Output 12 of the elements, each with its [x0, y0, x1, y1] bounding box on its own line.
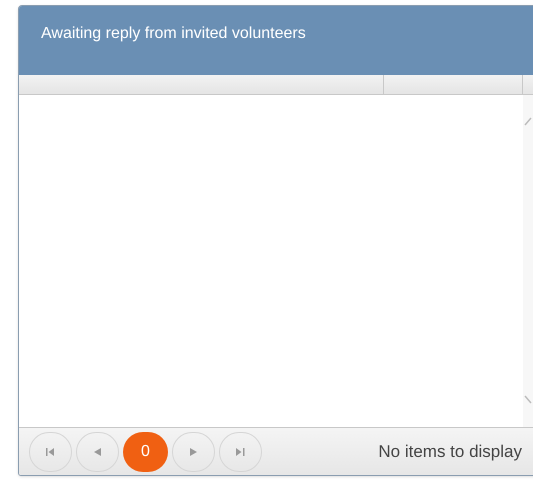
first-page-button[interactable]: [29, 432, 72, 472]
pager-info: No items to display: [378, 440, 522, 463]
next-page-button[interactable]: [172, 432, 215, 472]
last-page-button[interactable]: [219, 432, 262, 472]
scrollbar[interactable]: [523, 95, 533, 427]
previous-page-button[interactable]: [76, 432, 119, 472]
first-page-icon: [46, 448, 55, 456]
panel-title: Awaiting reply from invited volunteers: [41, 24, 306, 44]
next-page-icon: [190, 448, 197, 456]
page-number-button[interactable]: 0: [123, 432, 168, 472]
previous-page-icon: [94, 448, 101, 456]
last-page-icon: [236, 448, 245, 456]
